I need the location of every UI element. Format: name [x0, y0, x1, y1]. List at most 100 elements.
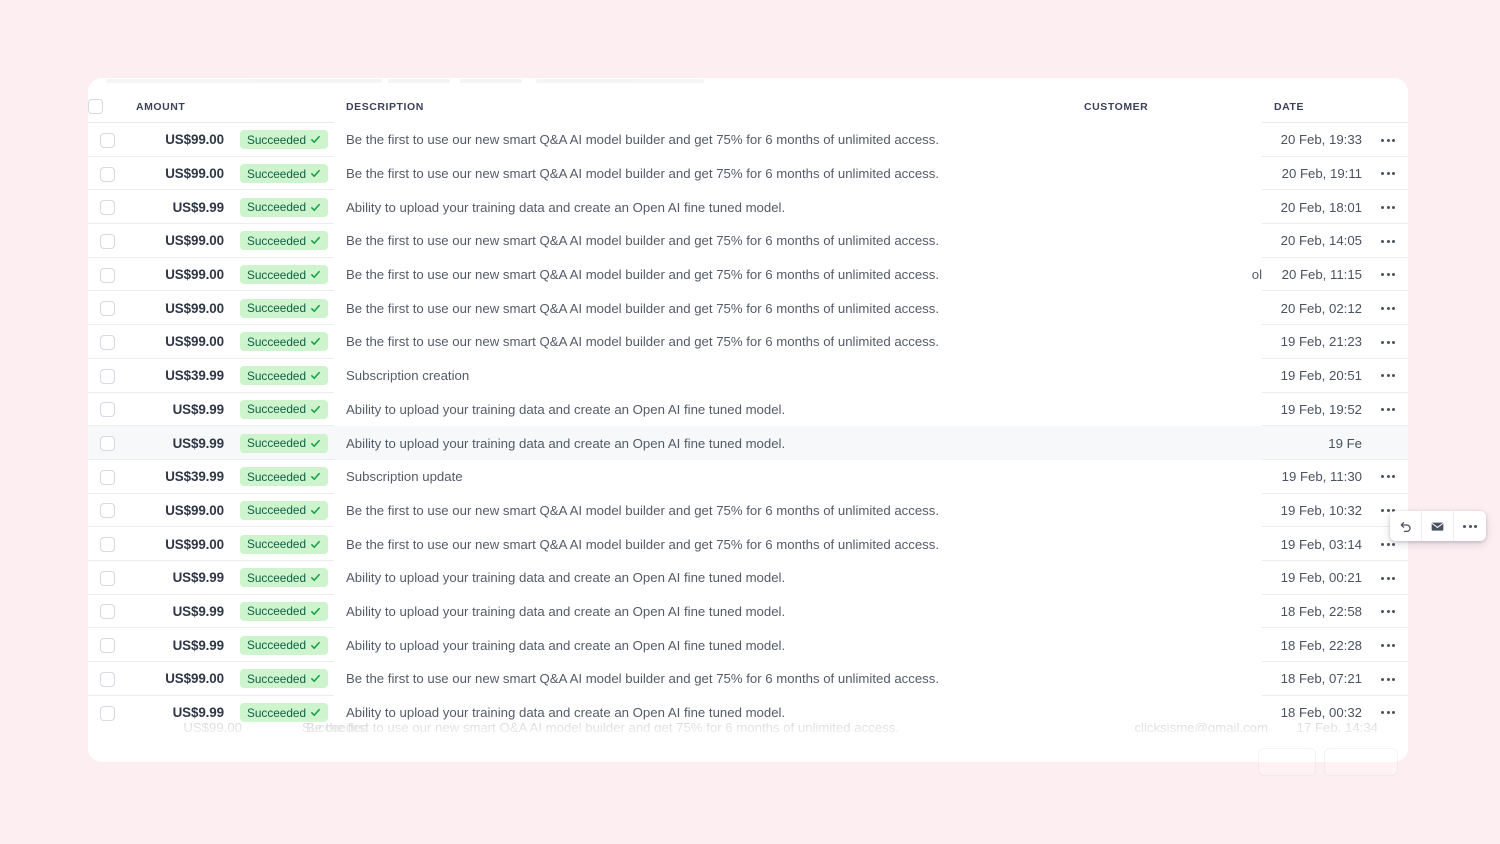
row-select-cell [88, 593, 126, 629]
row-more-options-button[interactable] [1377, 197, 1399, 217]
row-checkbox[interactable] [99, 638, 115, 654]
send-receipt-button[interactable] [1422, 511, 1454, 541]
date-cell: 18 Feb, 22:28 [1262, 627, 1369, 662]
row-checkbox[interactable] [99, 503, 115, 519]
status-badge: Succeeded [240, 366, 329, 386]
row-checkbox[interactable] [99, 570, 115, 586]
table-row[interactable]: US$39.99 Succeeded Subscription update 19 F… [88, 458, 1408, 494]
table-row[interactable]: US$99.00 Succeeded Be the first to use our… [88, 526, 1408, 561]
row-more-options-button[interactable] [1377, 467, 1399, 487]
table-row[interactable]: US$99.00 Succeeded Be the first to use our… [88, 122, 1408, 157]
amount-cell: US$9.99 [126, 189, 238, 224]
row-more-options-button[interactable] [1454, 511, 1486, 541]
row-actions-cell [1368, 458, 1408, 494]
date-cell: 19 Feb, 19:52 [1262, 391, 1369, 427]
status-badge: Succeeded [240, 164, 329, 184]
check-icon [310, 336, 321, 347]
row-actions-cell [1368, 290, 1408, 325]
previous-page-button[interactable] [1258, 748, 1316, 776]
table-row[interactable]: US$99.00 Succeeded Be the first to use our… [88, 223, 1408, 258]
customer-cell [1072, 224, 1262, 258]
row-checkbox[interactable] [99, 436, 115, 452]
row-more-options-button[interactable] [1377, 669, 1399, 689]
status-badge: Succeeded [240, 601, 329, 621]
check-icon [310, 640, 321, 651]
row-actions-cell [1368, 661, 1408, 696]
table-row[interactable]: US$99.00 Succeeded Be the first to use our… [88, 324, 1408, 359]
customer-cell [1072, 494, 1262, 528]
table-header: AMOUNT DESCRIPTION CUSTOMER DATE [88, 90, 1408, 123]
column-header-description[interactable]: DESCRIPTION [334, 90, 1073, 123]
table-row[interactable]: US$39.99 Succeeded Subscription creation 19… [88, 357, 1408, 393]
date-cell: 19 Feb, 10:32 [1262, 492, 1369, 528]
status-badge: Succeeded [240, 467, 329, 487]
status-badge-label: Succeeded [247, 503, 307, 518]
table-row[interactable]: US$9.99 Succeeded Ability to upload your t… [88, 559, 1408, 595]
description-cell: Be the first to use our new smart Q&A AI… [334, 494, 1072, 528]
row-more-options-button[interactable] [1377, 602, 1399, 622]
row-checkbox[interactable] [99, 671, 115, 687]
status-cell: Succeeded [238, 391, 335, 427]
table-row[interactable]: US$99.00 Succeeded Be the first to use our… [88, 290, 1408, 325]
check-icon [310, 168, 321, 179]
row-checkbox[interactable] [99, 200, 115, 216]
column-header-amount[interactable]: AMOUNT [126, 90, 335, 123]
row-checkbox[interactable] [99, 233, 115, 249]
status-cell: Succeeded [238, 324, 335, 359]
customer-cell [1072, 527, 1262, 561]
table-row[interactable]: US$99.00 Succeeded Be the first to use our… [88, 661, 1408, 696]
status-badge: Succeeded [240, 332, 329, 352]
row-checkbox[interactable] [99, 402, 115, 418]
refund-button[interactable] [1390, 511, 1422, 541]
row-checkbox[interactable] [99, 166, 115, 182]
table-row[interactable]: US$9.99 Succeeded Ability to upload your t… [88, 189, 1408, 224]
envelope-icon [1430, 519, 1445, 534]
check-icon [310, 673, 321, 684]
select-all-checkbox[interactable] [88, 99, 103, 114]
row-select-cell [88, 458, 126, 494]
table-row[interactable]: US$9.99 Succeeded Ability to upload your t… [88, 627, 1408, 662]
table-row[interactable]: US$9.99 Succeeded Ability to upload your t… [88, 593, 1408, 629]
table-row[interactable]: US$99.00 Succeeded Be the first to use our… [88, 256, 1408, 292]
status-cell: Succeeded [238, 593, 335, 629]
header-row: AMOUNT DESCRIPTION CUSTOMER DATE [88, 90, 1408, 123]
row-more-options-button[interactable] [1377, 366, 1399, 386]
column-header-date[interactable]: DATE [1262, 90, 1408, 123]
amount-cell: US$99.00 [126, 256, 238, 292]
clipped-description: Be the first to use our new smart Q&A AI… [306, 723, 900, 732]
row-more-options-button[interactable] [1377, 400, 1399, 420]
description-cell: Be the first to use our new smart Q&A AI… [334, 123, 1072, 157]
table-row[interactable]: US$9.99 Succeeded Ability to upload your t… [88, 425, 1408, 460]
table-row[interactable]: US$99.00 Succeeded Be the first to use our… [88, 155, 1408, 191]
row-actions-cell [1368, 627, 1408, 662]
amount-cell: US$39.99 [126, 458, 238, 494]
table-row[interactable]: US$99.00 Succeeded Be the first to use our… [88, 492, 1408, 528]
row-more-options-button[interactable] [1377, 130, 1399, 150]
row-checkbox[interactable] [99, 368, 115, 384]
row-more-options-button[interactable] [1377, 568, 1399, 588]
status-badge-label: Succeeded [247, 604, 307, 619]
column-header-customer[interactable]: CUSTOMER [1072, 90, 1263, 123]
ellipsis-icon [1463, 524, 1477, 528]
row-more-options-button[interactable] [1377, 299, 1399, 319]
row-checkbox[interactable] [99, 604, 115, 620]
next-page-button[interactable] [1324, 748, 1398, 776]
clipped-amount: US$99.00 [183, 723, 242, 732]
row-more-options-button[interactable] [1377, 265, 1399, 285]
row-checkbox[interactable] [99, 334, 115, 350]
row-more-options-button[interactable] [1377, 635, 1399, 655]
row-checkbox[interactable] [99, 537, 115, 553]
row-more-options-button[interactable] [1377, 332, 1399, 352]
amount-cell: US$99.00 [126, 492, 238, 528]
row-checkbox[interactable] [99, 469, 115, 485]
row-more-options-button[interactable] [1377, 231, 1399, 251]
row-checkbox[interactable] [99, 132, 115, 148]
customer-cell [1072, 628, 1262, 662]
table-row[interactable]: US$9.99 Succeeded Ability to upload your t… [88, 391, 1408, 427]
date-cell: 19 Feb, 11:30 [1262, 458, 1369, 494]
row-checkbox[interactable] [99, 301, 115, 317]
amount-cell: US$99.00 [126, 324, 238, 359]
row-checkbox[interactable] [99, 267, 115, 283]
row-more-options-button[interactable] [1377, 164, 1399, 184]
status-badge: Succeeded [240, 568, 329, 588]
